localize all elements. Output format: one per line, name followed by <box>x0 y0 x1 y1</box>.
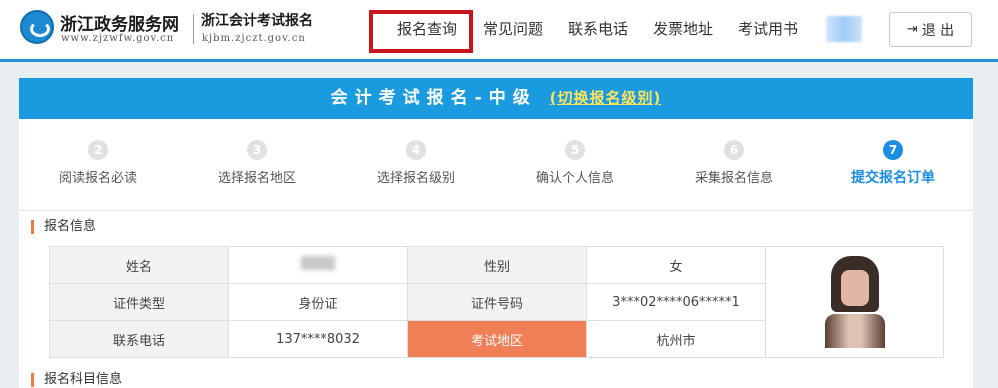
nav-faq[interactable]: 常见问题 <box>483 18 543 39</box>
step-collect-info: 6 采集报名信息 <box>659 140 809 186</box>
phone-value: 137****8032 <box>228 320 408 358</box>
logout-label: 退 出 <box>921 22 955 39</box>
step-label: 选择报名级别 <box>376 171 455 186</box>
step-number: 5 <box>565 140 585 160</box>
name-redacted <box>301 256 335 270</box>
switch-level-link[interactable]: (切换报名级别) <box>550 89 662 107</box>
table-row: 姓名 性别 女 <box>49 246 944 358</box>
logout-icon: ⇥ <box>906 22 918 37</box>
section-divider <box>19 210 973 211</box>
step-number: 6 <box>724 140 744 160</box>
banner-title: 会计考试报名-中级 <box>330 88 537 108</box>
zjzwfw-logo-icon[interactable] <box>20 10 54 44</box>
brand-divider <box>193 14 194 44</box>
step-label: 选择报名地区 <box>217 171 296 186</box>
applicant-photo-cell <box>765 246 944 358</box>
step-label: 提交报名订单 <box>851 170 935 186</box>
step-select-region: 3 选择报名地区 <box>182 140 332 186</box>
step-confirm-info: 5 确认个人信息 <box>500 140 650 186</box>
id-number-label: 证件号码 <box>407 283 587 321</box>
step-label: 确认个人信息 <box>535 171 614 186</box>
nav-invoice-address[interactable]: 发票地址 <box>653 18 713 39</box>
info-section-title: 报名信息 <box>31 220 96 234</box>
step-submit-order: 7 提交报名订单 <box>818 140 968 187</box>
logout-button[interactable]: ⇥ 退 出 <box>889 12 972 47</box>
step-number: 7 <box>883 140 903 160</box>
step-number: 4 <box>406 140 426 160</box>
gender-value: 女 <box>586 246 766 284</box>
step-label: 阅读报名必读 <box>58 171 137 186</box>
nav-highlight-box <box>369 10 473 53</box>
step-label: 采集报名信息 <box>694 171 773 186</box>
nav-contact-phone[interactable]: 联系电话 <box>568 18 628 39</box>
step-number: 3 <box>247 140 267 160</box>
exam-region-label: 考试地区 <box>407 320 587 358</box>
gender-label: 性别 <box>407 246 587 284</box>
id-type-value: 身份证 <box>228 283 408 321</box>
nav-exam-books[interactable]: 考试用书 <box>738 18 798 39</box>
step-number: 2 <box>88 140 108 160</box>
registration-banner: 会计考试报名-中级 (切换报名级别) <box>19 78 973 119</box>
subject-section-title: 报名科目信息 <box>31 373 122 387</box>
name-label: 姓名 <box>49 246 229 284</box>
site-sub-url: kjbm.zjczt.gov.cn <box>202 33 306 44</box>
user-avatar[interactable] <box>826 16 862 42</box>
brand-title[interactable]: 浙江政务服务网 <box>60 10 179 35</box>
name-value <box>228 246 408 284</box>
registration-panel: 会计考试报名-中级 (切换报名级别) 2 阅读报名必读 3 选择报名地区 4 选… <box>19 78 973 388</box>
exam-region-value: 杭州市 <box>586 320 766 358</box>
step-select-level: 4 选择报名级别 <box>341 140 491 186</box>
applicant-photo <box>824 256 885 348</box>
brand-url: www.zjzwfw.gov.cn <box>61 33 175 44</box>
registration-info-table: 姓名 性别 女 证件类型 身份证 证件号码 3***02****06*****1… <box>49 246 944 358</box>
id-number-value: 3***02****06*****1 <box>586 283 766 321</box>
top-header: 浙江政务服务网 www.zjzwfw.gov.cn 浙江会计考试报名 kjbm.… <box>0 0 998 62</box>
site-sub-title[interactable]: 浙江会计考试报名 <box>201 10 313 30</box>
id-type-label: 证件类型 <box>49 283 229 321</box>
step-read-notice: 2 阅读报名必读 <box>23 140 173 186</box>
phone-label: 联系电话 <box>49 320 229 358</box>
